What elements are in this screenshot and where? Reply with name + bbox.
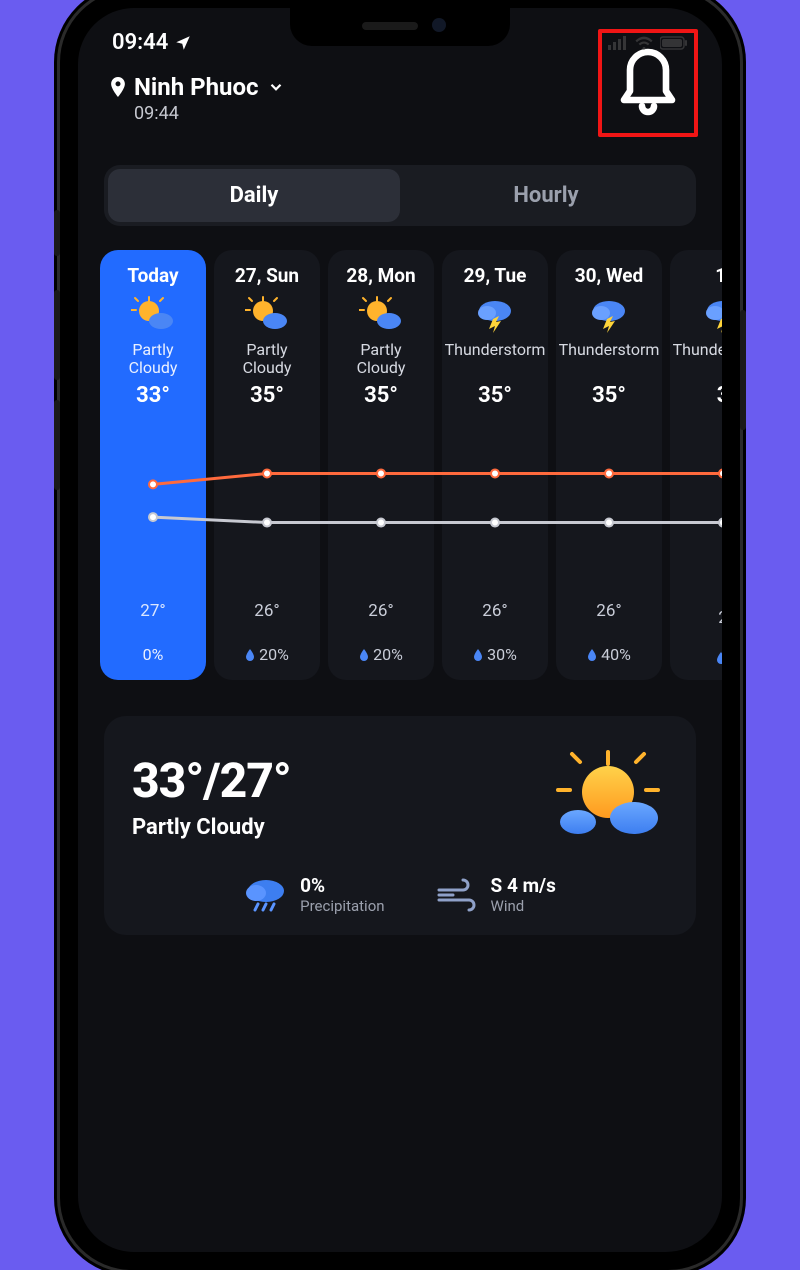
precip-value bbox=[716, 652, 722, 664]
precip-value: 40% bbox=[587, 645, 631, 664]
partly-cloudy-icon bbox=[131, 293, 175, 337]
chevron-down-icon bbox=[267, 78, 285, 96]
summary-condition: Partly Cloudy bbox=[132, 815, 291, 840]
precip-value: 0% bbox=[143, 645, 164, 664]
day-label: 30, Wed bbox=[575, 264, 644, 287]
rain-cloud-icon bbox=[244, 876, 288, 914]
low-temp: 2 bbox=[718, 608, 722, 628]
tab-daily[interactable]: Daily bbox=[108, 169, 400, 222]
view-toggle: Daily Hourly bbox=[104, 165, 696, 226]
wind-label: Wind bbox=[491, 897, 556, 915]
partly-cloudy-icon bbox=[548, 746, 668, 846]
precip-label: Precipitation bbox=[300, 897, 384, 915]
tab-hourly[interactable]: Hourly bbox=[400, 169, 692, 222]
condition-label: Partly Cloudy bbox=[334, 341, 428, 381]
location-time: 09:44 bbox=[110, 103, 285, 124]
low-temp: 26° bbox=[254, 601, 279, 621]
location-arrow-icon bbox=[174, 34, 192, 52]
high-temp: 35° bbox=[250, 383, 284, 408]
condition-label: Thunderstorm bbox=[673, 341, 722, 381]
high-temp: 33° bbox=[136, 383, 170, 408]
low-temp: 26° bbox=[596, 601, 621, 621]
wind-value: S 4 m/s bbox=[491, 874, 556, 897]
condition-label: Thunderstorm bbox=[559, 341, 660, 381]
condition-label: Thunderstorm bbox=[445, 341, 546, 381]
phone-frame: 09:44 Ninh Phuoc 09:44 bbox=[60, 0, 740, 1270]
wifi-icon bbox=[634, 36, 654, 50]
low-temp: 26° bbox=[368, 601, 393, 621]
precip-value: 30% bbox=[473, 645, 517, 664]
stat-precipitation: 0% Precipitation bbox=[244, 874, 384, 915]
forecast-day-card[interactable]: 1, Thunderstorm3 2 bbox=[670, 250, 722, 680]
low-temp: 26° bbox=[482, 601, 507, 621]
signal-icon bbox=[608, 36, 628, 50]
screen: 09:44 Ninh Phuoc 09:44 bbox=[78, 8, 722, 1252]
location-selector[interactable]: Ninh Phuoc 09:44 bbox=[110, 73, 285, 124]
day-label: 29, Tue bbox=[464, 264, 527, 287]
forecast-day-card[interactable]: 27, Sun Partly Cloudy35° 26° 20% bbox=[214, 250, 320, 680]
high-temp: 3 bbox=[717, 383, 722, 408]
low-temp: 27° bbox=[140, 601, 165, 621]
device-notch bbox=[290, 8, 510, 46]
battery-icon bbox=[660, 36, 688, 50]
status-time: 09:44 bbox=[112, 30, 168, 55]
precip-value: 20% bbox=[359, 645, 403, 664]
summary-temps: 33°/27° bbox=[132, 752, 291, 809]
pin-icon bbox=[110, 77, 126, 97]
precip-value: 0% bbox=[300, 874, 384, 897]
day-label: 1, bbox=[715, 264, 722, 287]
precip-value: 20% bbox=[245, 645, 289, 664]
day-label: 28, Mon bbox=[346, 264, 415, 287]
forecast-day-card[interactable]: 28, Mon Partly Cloudy35° 26° 20% bbox=[328, 250, 434, 680]
stat-wind: S 4 m/s Wind bbox=[435, 874, 556, 915]
forecast-day-card[interactable]: 30, Wed Thunderstorm35° 26° 40% bbox=[556, 250, 662, 680]
forecast-scroller[interactable]: TodayPartly Cloudy33°27°0%27, SunPartly … bbox=[78, 226, 722, 680]
partly-cloudy-icon bbox=[359, 293, 403, 337]
high-temp: 35° bbox=[364, 383, 398, 408]
high-temp: 35° bbox=[592, 383, 626, 408]
day-label: 27, Sun bbox=[235, 264, 299, 287]
forecast-day-card[interactable]: 29, Tue Thunderstorm35° 26° 30% bbox=[442, 250, 548, 680]
partly-cloudy-icon bbox=[245, 293, 289, 337]
day-label: Today bbox=[127, 264, 178, 287]
condition-label: Partly Cloudy bbox=[220, 341, 314, 381]
thunder-icon bbox=[473, 293, 517, 337]
thunder-icon bbox=[701, 293, 722, 337]
forecast-day-card[interactable]: Today Partly Cloudy33° 27° 0% bbox=[100, 250, 206, 680]
today-summary-card: 33°/27° Partly Cloudy bbox=[104, 716, 696, 935]
thunder-icon bbox=[587, 293, 631, 337]
high-temp: 35° bbox=[478, 383, 512, 408]
location-name: Ninh Phuoc bbox=[134, 73, 259, 101]
condition-label: Partly Cloudy bbox=[106, 341, 200, 381]
wind-icon bbox=[435, 878, 479, 912]
